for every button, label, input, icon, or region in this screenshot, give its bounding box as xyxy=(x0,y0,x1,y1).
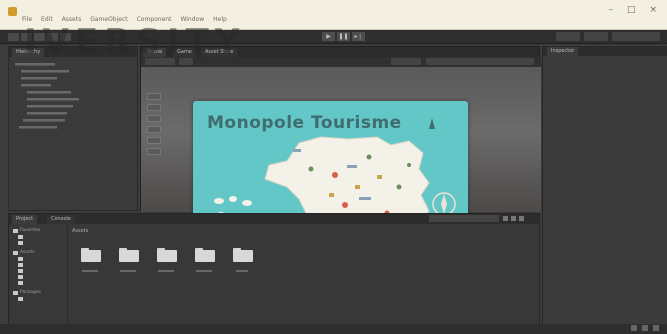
folder-icon xyxy=(18,275,23,279)
collab-dropdown[interactable] xyxy=(556,32,580,41)
maximize-icon[interactable]: □ xyxy=(627,5,636,15)
folder-icon xyxy=(13,291,18,295)
play-controls: ▶ ❚❚ ▸❘ xyxy=(322,32,365,41)
scene-panel: Scene Game Asset Store Monopole Tourisme xyxy=(140,46,541,238)
hierarchy-text-lines xyxy=(15,63,79,129)
filter-label-icon[interactable] xyxy=(511,216,516,221)
project-search-input[interactable] xyxy=(429,215,499,222)
landmark-icon xyxy=(396,184,402,190)
minimize-icon[interactable]: – xyxy=(608,5,613,15)
folder-icon xyxy=(18,263,23,267)
tree-item[interactable] xyxy=(13,240,65,246)
gizmo-marker xyxy=(147,148,161,155)
tree-item[interactable] xyxy=(13,280,65,286)
step-button[interactable]: ▸❘ xyxy=(352,32,365,41)
inspector-panel: Inspector xyxy=(542,46,667,334)
gizmo-marker xyxy=(147,93,161,100)
landmark-icon xyxy=(366,154,372,160)
board-title: Monopole Tourisme xyxy=(207,113,402,133)
scene-gizmo-column xyxy=(147,93,161,155)
tab-inspector[interactable]: Inspector xyxy=(547,47,579,56)
watermark: IVERSITY xyxy=(24,22,246,62)
progress-icon xyxy=(631,325,637,331)
search-icon xyxy=(18,235,23,239)
city-marker xyxy=(342,202,348,208)
window-controls: – □ × xyxy=(608,5,657,15)
folder-icon xyxy=(18,297,23,301)
app-logo-icon xyxy=(8,7,17,16)
folder-icon xyxy=(18,257,23,261)
folder-label-lines xyxy=(82,270,248,272)
scene-canvas[interactable]: Monopole Tourisme xyxy=(141,67,541,238)
tab-project[interactable]: Project xyxy=(12,215,38,224)
inspector-tabstrip: Inspector xyxy=(543,46,667,56)
search-icon xyxy=(18,241,23,245)
filter-type-icon[interactable] xyxy=(503,216,508,221)
hand-tool-icon[interactable] xyxy=(8,33,19,41)
eiffel-badge-icon xyxy=(429,118,435,129)
gizmo-marker xyxy=(147,104,161,111)
folder-icon xyxy=(18,269,23,273)
tree-item[interactable] xyxy=(13,296,65,302)
city-marker xyxy=(332,172,338,178)
play-button[interactable]: ▶ xyxy=(322,32,335,41)
landmark-icon xyxy=(377,175,382,179)
landmark-icon xyxy=(355,185,360,189)
gizmo-marker xyxy=(147,126,161,133)
collab-icon[interactable] xyxy=(653,325,659,331)
folder-icon xyxy=(13,251,18,255)
status-bar xyxy=(0,324,667,334)
pause-button[interactable]: ❚❚ xyxy=(337,32,350,41)
project-tree: Favorites Assets Packages xyxy=(13,228,65,333)
project-assets-grid: Assets xyxy=(67,226,537,334)
notification-icon[interactable] xyxy=(642,325,648,331)
layout-dropdown[interactable] xyxy=(612,32,660,41)
map-label-box xyxy=(293,149,301,152)
project-tabstrip: Project Console xyxy=(9,214,539,224)
hierarchy-panel: Hierarchy xyxy=(8,46,138,211)
map-label-box xyxy=(359,197,371,200)
landmark-icon xyxy=(329,193,334,197)
landmark-icon xyxy=(308,166,314,172)
layers-dropdown[interactable] xyxy=(584,32,608,41)
status-icons xyxy=(631,325,659,331)
landmark-icon xyxy=(407,163,411,167)
tab-console[interactable]: Console xyxy=(47,215,75,224)
star-icon[interactable] xyxy=(519,216,524,221)
project-panel: Project Console Favorites Assets Package… xyxy=(8,213,540,334)
gizmo-marker xyxy=(147,137,161,144)
close-icon[interactable]: × xyxy=(649,5,657,15)
folder-icon xyxy=(18,281,23,285)
gizmo-marker xyxy=(147,115,161,122)
map-label-box xyxy=(347,165,357,168)
scene-search-input[interactable] xyxy=(426,58,534,65)
gizmos-dropdown[interactable] xyxy=(391,58,421,65)
star-icon xyxy=(13,229,18,233)
